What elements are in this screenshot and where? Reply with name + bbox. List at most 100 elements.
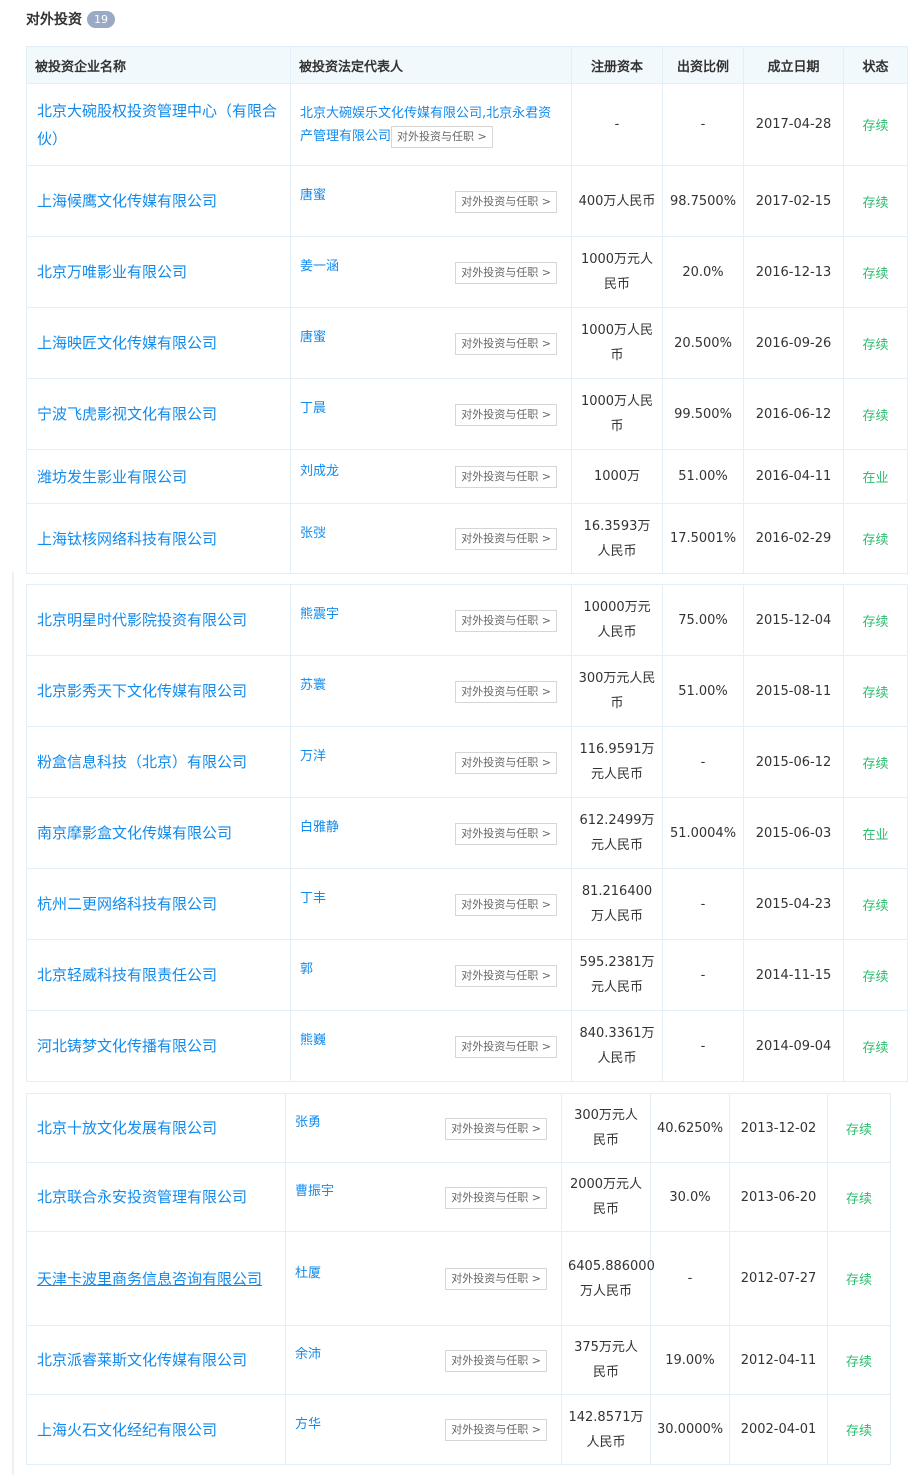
representative-cell: 张勇 对外投资与任职 > xyxy=(285,1093,562,1163)
table-row: 北京大碗股权投资管理中心（有限合伙） 北京大碗娱乐文化传媒有限公司,北京永君资产管… xyxy=(26,83,908,166)
investment-positions-button[interactable]: 对外投资与任职 > xyxy=(445,1117,547,1140)
representative-link[interactable]: 万洋 xyxy=(300,747,326,767)
investment-ratio: - xyxy=(650,1231,730,1326)
establish-date: 2016-09-26 xyxy=(743,307,844,379)
company-name-link[interactable]: 北京明星时代影院投资有限公司 xyxy=(37,611,247,629)
representative-link[interactable]: 刘成龙 xyxy=(300,462,339,482)
investment-positions-button[interactable]: 对外投资与任职 > xyxy=(445,1186,547,1209)
representative-link[interactable]: 张勇 xyxy=(295,1113,321,1133)
investment-positions-button[interactable]: 对外投资与任职 > xyxy=(455,261,557,284)
representative-cell: 刘成龙 对外投资与任职 > xyxy=(290,449,572,504)
representative-link[interactable]: 唐蜜 xyxy=(300,186,326,206)
col-status: 状态 xyxy=(843,46,908,84)
representative-link[interactable]: 丁丰 xyxy=(300,889,326,909)
representative-cell: 白雅静 对外投资与任职 > xyxy=(290,797,572,869)
company-cell: 上海映匠文化传媒有限公司 xyxy=(26,307,291,379)
establish-date: 2013-12-02 xyxy=(729,1093,828,1163)
representative-link[interactable]: 余沛 xyxy=(295,1345,321,1365)
establish-date: 2015-06-12 xyxy=(743,726,844,798)
company-cell: 上海候鹰文化传媒有限公司 xyxy=(26,165,291,237)
representative-link[interactable]: 丁晨 xyxy=(300,399,326,419)
company-name-link[interactable]: 南京摩影盒文化传媒有限公司 xyxy=(37,824,232,842)
investment-positions-button[interactable]: 对外投资与任职 > xyxy=(455,751,557,774)
establish-date: 2016-06-12 xyxy=(743,378,844,450)
representative-cell: 北京大碗娱乐文化传媒有限公司,北京永君资产管理有限公司 对外投资与任职 > xyxy=(290,83,572,166)
table-row: 北京影秀天下文化传媒有限公司 苏寰 对外投资与任职 > 300万元人民币 51.00% 2… xyxy=(26,655,908,727)
company-name-link[interactable]: 北京轻威科技有限责任公司 xyxy=(37,966,217,984)
table-row: 北京轻威科技有限责任公司 郭 对外投资与任职 > 595.2381万元人民币 -2014… xyxy=(26,939,908,1011)
investment-ratio: - xyxy=(662,726,744,798)
company-name-link[interactable]: 北京十放文化发展有限公司 xyxy=(37,1119,217,1137)
representative-link[interactable]: 张弢 xyxy=(300,524,326,544)
section-header: 对外投资 19 xyxy=(26,8,115,30)
company-name-link[interactable]: 上海火石文化经纪有限公司 xyxy=(37,1421,217,1439)
investment-positions-button[interactable]: 对外投资与任职 > xyxy=(455,466,557,488)
registered-capital: 2000万元人民币 xyxy=(561,1162,651,1232)
representative-link[interactable]: 方华 xyxy=(295,1415,321,1435)
company-name-link[interactable]: 北京大碗股权投资管理中心（有限合伙） xyxy=(37,102,277,148)
registered-capital: 612.2499万元人民币 xyxy=(571,797,663,869)
investment-positions-button[interactable]: 对外投资与任职 > xyxy=(445,1419,547,1441)
representative-link[interactable]: 熊巍 xyxy=(300,1031,326,1051)
col-establish-date: 成立日期 xyxy=(743,46,844,84)
status-label: 存续 xyxy=(827,1325,891,1395)
investment-ratio: 40.6250% xyxy=(650,1093,730,1163)
company-name-link[interactable]: 上海映匠文化传媒有限公司 xyxy=(37,334,217,352)
status-label: 存续 xyxy=(843,655,908,727)
representative-link[interactable]: 曹振宇 xyxy=(295,1182,334,1202)
establish-date: 2012-07-27 xyxy=(729,1231,828,1326)
investment-positions-button[interactable]: 对外投资与任职 > xyxy=(455,190,557,213)
establish-date: 2014-09-04 xyxy=(743,1010,844,1082)
investment-positions-button[interactable]: 对外投资与任职 > xyxy=(455,964,557,987)
investment-positions-button[interactable]: 对外投资与任职 > xyxy=(391,125,493,148)
investment-ratio: 20.0% xyxy=(662,236,744,308)
investment-positions-button[interactable]: 对外投资与任职 > xyxy=(455,528,557,550)
company-name-link[interactable]: 北京影秀天下文化传媒有限公司 xyxy=(37,682,247,700)
company-name-link[interactable]: 粉盒信息科技（北京）有限公司 xyxy=(37,753,247,771)
investment-positions-button[interactable]: 对外投资与任职 > xyxy=(455,609,557,632)
representative-link[interactable]: 苏寰 xyxy=(300,676,326,696)
company-name-link[interactable]: 宁波飞虎影视文化有限公司 xyxy=(37,405,217,423)
investment-positions-button[interactable]: 对外投资与任职 > xyxy=(455,332,557,355)
company-cell: 上海钛核网络科技有限公司 xyxy=(26,503,291,574)
company-cell: 北京明星时代影院投资有限公司 xyxy=(26,584,291,656)
representative-link[interactable]: 熊震宇 xyxy=(300,605,339,625)
representative-link[interactable]: 白雅静 xyxy=(300,818,339,838)
company-name-link[interactable]: 北京联合永安投资管理有限公司 xyxy=(37,1188,247,1206)
registered-capital: 6405.886000万人民币 xyxy=(561,1231,655,1326)
table-row: 上海候鹰文化传媒有限公司 唐蜜 对外投资与任职 > 400万人民币 98.7500% 20… xyxy=(26,165,908,237)
representative-cell: 熊震宇 对外投资与任职 > xyxy=(290,584,572,656)
company-name-link[interactable]: 河北铸梦文化传播有限公司 xyxy=(37,1037,217,1055)
status-label: 存续 xyxy=(843,868,908,940)
representative-link[interactable]: 杜厦 xyxy=(295,1264,321,1284)
block-divider xyxy=(12,1082,14,1475)
investment-positions-button[interactable]: 对外投资与任职 > xyxy=(455,403,557,426)
investment-positions-button[interactable]: 对外投资与任职 > xyxy=(455,680,557,703)
investment-positions-button[interactable]: 对外投资与任职 > xyxy=(445,1349,547,1372)
company-cell: 北京联合永安投资管理有限公司 xyxy=(26,1162,286,1232)
investment-positions-button[interactable]: 对外投资与任职 > xyxy=(455,822,557,845)
establish-date: 2002-04-01 xyxy=(729,1394,828,1465)
investment-positions-button[interactable]: 对外投资与任职 > xyxy=(455,893,557,916)
representative-link[interactable]: 姜一涵 xyxy=(300,257,339,277)
investment-ratio: 30.0000% xyxy=(650,1394,730,1465)
company-name-link[interactable]: 天津卡波里商务信息咨询有限公司 xyxy=(37,1270,262,1288)
establish-date: 2012-04-11 xyxy=(729,1325,828,1395)
status-label: 存续 xyxy=(843,503,908,574)
company-name-link[interactable]: 北京派睿莱斯文化传媒有限公司 xyxy=(37,1351,247,1369)
company-name-link[interactable]: 上海候鹰文化传媒有限公司 xyxy=(37,192,217,210)
registered-capital: 400万人民币 xyxy=(571,165,663,237)
representative-link[interactable]: 郭 xyxy=(300,960,313,980)
representative-cell: 唐蜜 对外投资与任职 > xyxy=(290,307,572,379)
company-name-link[interactable]: 杭州二更网络科技有限公司 xyxy=(37,895,217,913)
investment-positions-button[interactable]: 对外投资与任职 > xyxy=(455,1035,557,1058)
company-name-link[interactable]: 潍坊发生影业有限公司 xyxy=(37,468,187,486)
investment-ratio: 30.0% xyxy=(650,1162,730,1232)
representative-link[interactable]: 唐蜜 xyxy=(300,328,326,348)
company-name-link[interactable]: 上海钛核网络科技有限公司 xyxy=(37,530,217,548)
count-badge: 19 xyxy=(87,10,115,28)
investment-positions-button[interactable]: 对外投资与任职 > xyxy=(445,1268,547,1290)
company-name-link[interactable]: 北京万唯影业有限公司 xyxy=(37,263,187,281)
table-row: 河北铸梦文化传播有限公司 熊巍 对外投资与任职 > 840.3361万人民币 -2014… xyxy=(26,1010,908,1082)
company-cell: 南京摩影盒文化传媒有限公司 xyxy=(26,797,291,869)
